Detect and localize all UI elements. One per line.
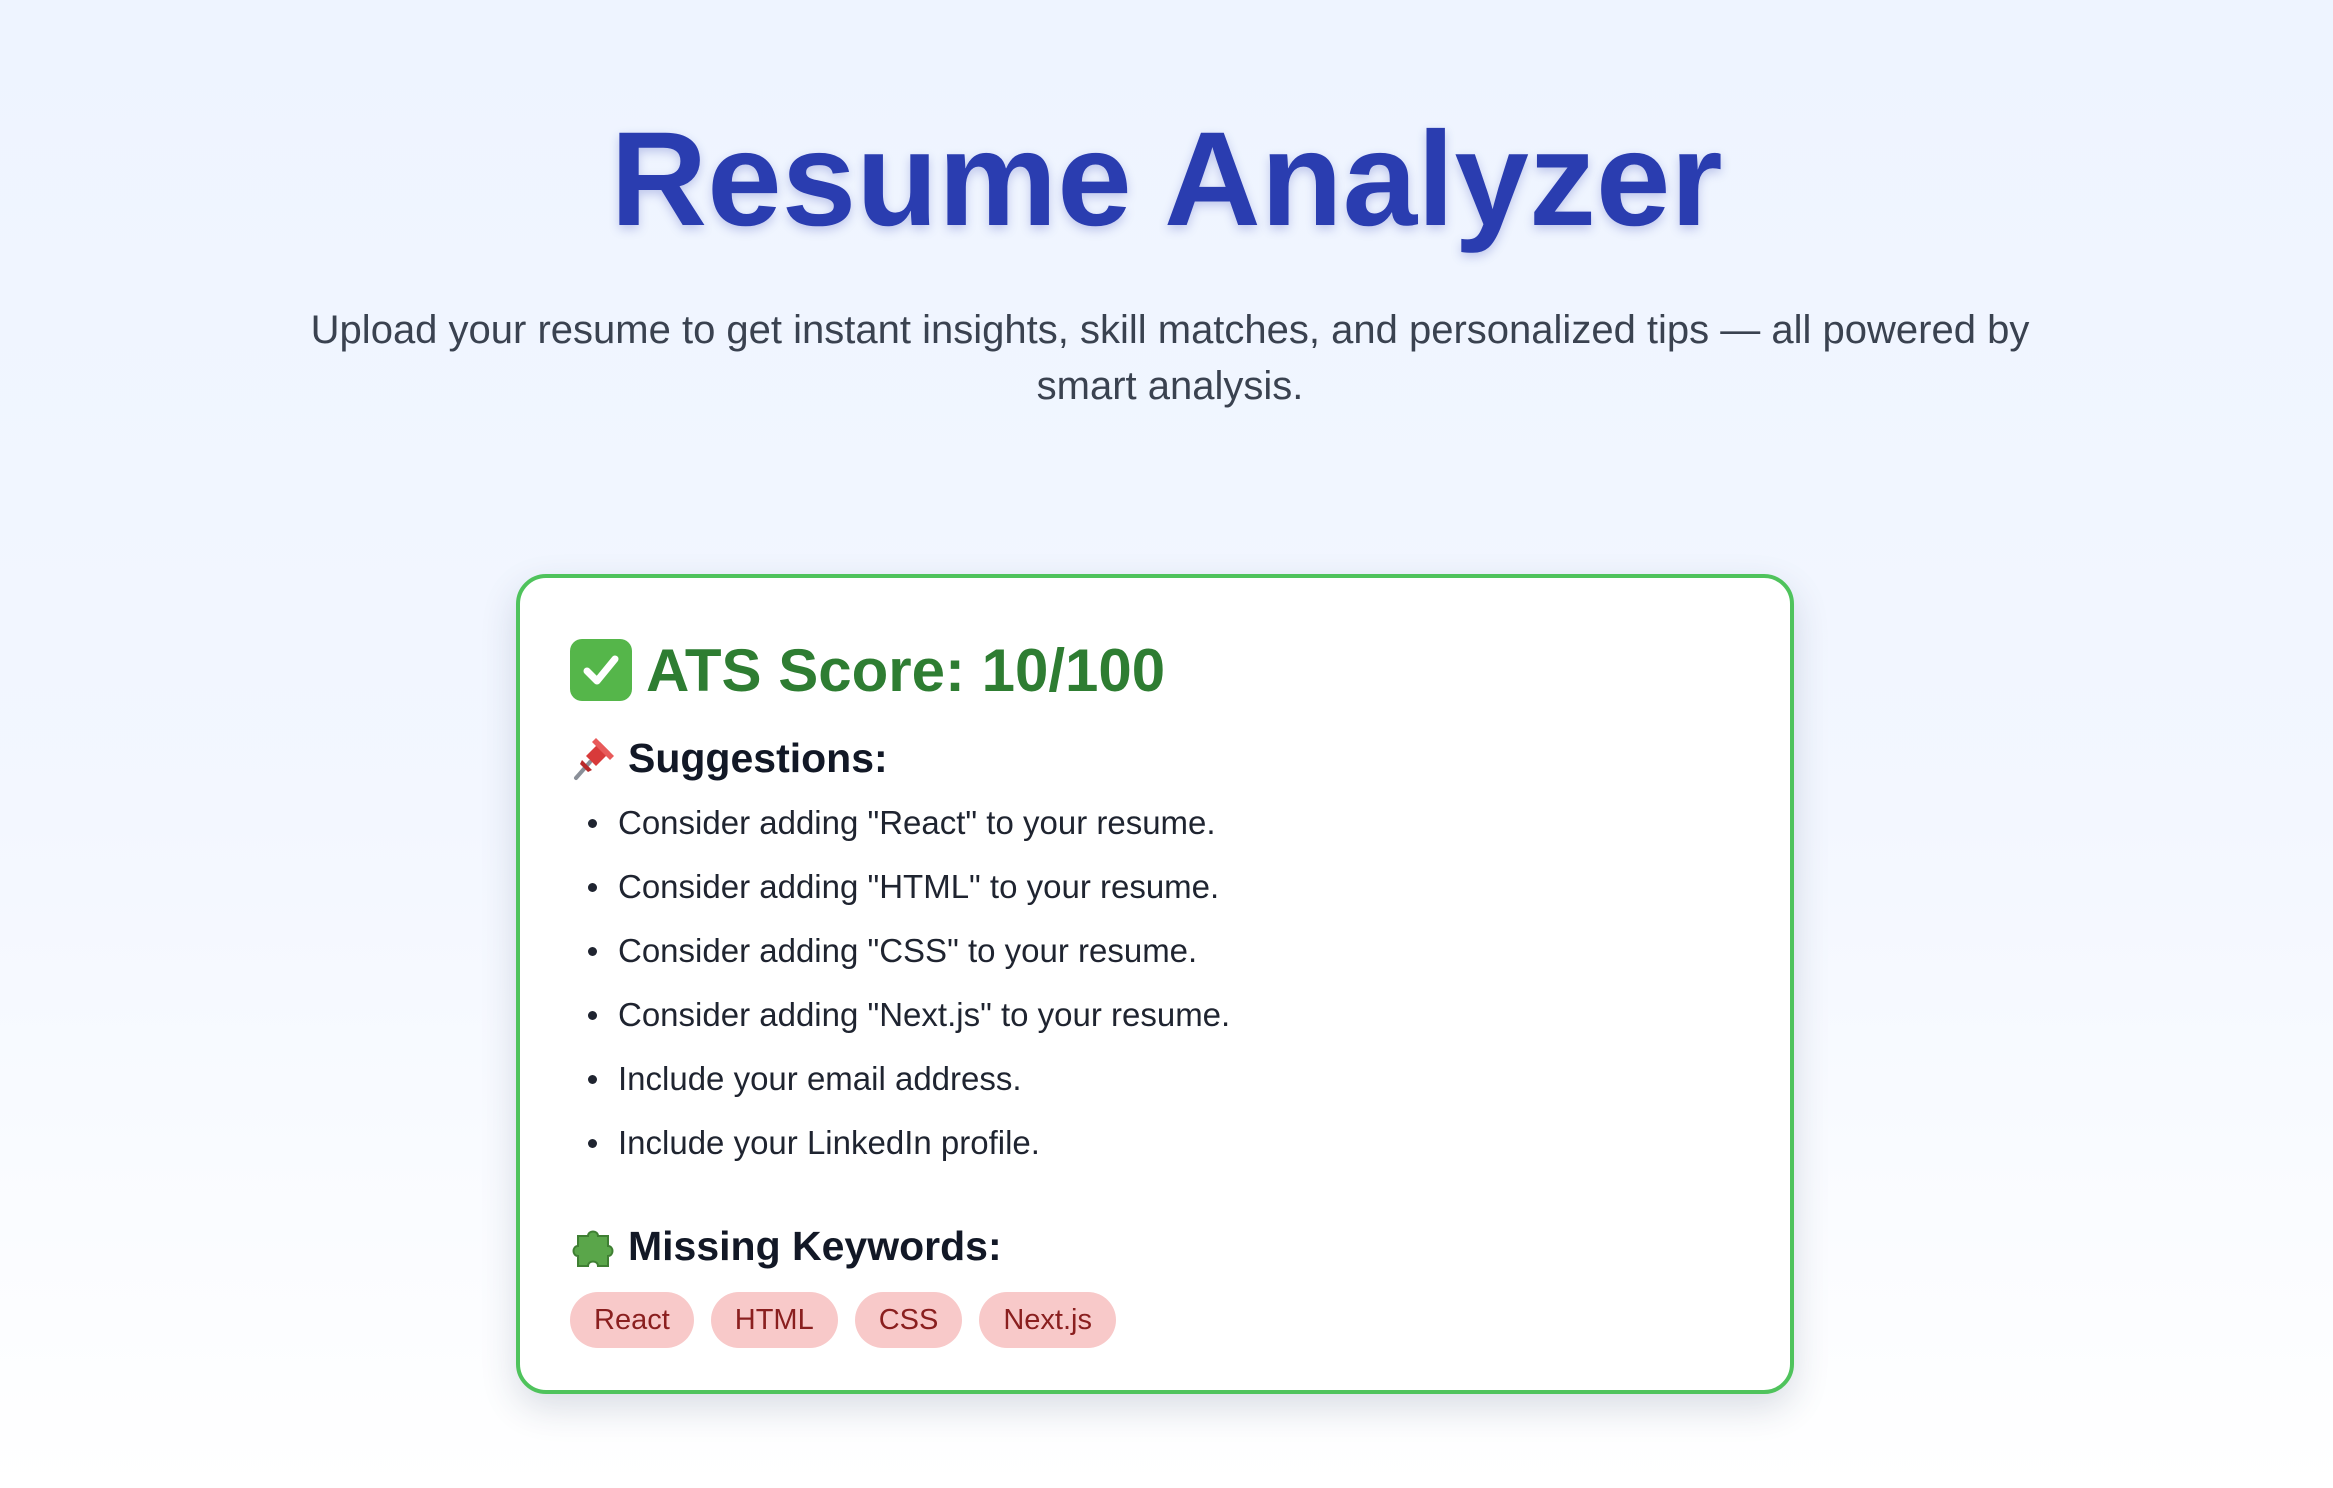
suggestion-item: Include your LinkedIn profile. bbox=[570, 1111, 1230, 1175]
ats-score-heading: ATS Score: 10/100 bbox=[570, 630, 1165, 710]
bullet-icon bbox=[588, 1139, 597, 1148]
check-mark-button-icon bbox=[570, 639, 632, 701]
keyword-chip: React bbox=[570, 1292, 694, 1348]
suggestion-item: Consider adding "CSS" to your resume. bbox=[570, 919, 1230, 983]
ats-result-card: ATS Score: 10/100 Suggestions: Consider … bbox=[516, 574, 1794, 1394]
ats-score-text: ATS Score: 10/100 bbox=[646, 636, 1166, 704]
missing-keywords-heading: Missing Keywords: bbox=[570, 1216, 1002, 1276]
suggestion-item: Consider adding "Next.js" to your resume… bbox=[570, 983, 1230, 1047]
bullet-icon bbox=[588, 1011, 597, 1020]
puzzle-piece-icon bbox=[570, 1222, 618, 1270]
suggestions-title: Suggestions: bbox=[628, 734, 888, 781]
bullet-icon bbox=[588, 947, 597, 956]
keyword-chip: HTML bbox=[710, 1292, 838, 1348]
keyword-chip: Next.js bbox=[979, 1292, 1116, 1348]
missing-keywords-title: Missing Keywords: bbox=[628, 1222, 1002, 1269]
page-title: Resume Analyzer bbox=[610, 105, 1723, 254]
suggestion-item: Include your email address. bbox=[570, 1047, 1230, 1111]
suggestion-item: Consider adding "HTML" to your resume. bbox=[570, 855, 1230, 919]
bullet-icon bbox=[588, 1075, 597, 1084]
suggestion-list: Consider adding "React" to your resume. … bbox=[570, 791, 1230, 1175]
keyword-chip: CSS bbox=[854, 1292, 963, 1348]
missing-keywords-list: React HTML CSS Next.js bbox=[570, 1292, 1116, 1348]
suggestions-heading: Suggestions: bbox=[570, 728, 888, 788]
pushpin-icon bbox=[570, 734, 618, 782]
bullet-icon bbox=[588, 883, 597, 892]
bullet-icon bbox=[588, 819, 597, 828]
suggestion-item: Consider adding "React" to your resume. bbox=[570, 791, 1230, 855]
page-subtitle: Upload your resume to get instant insigh… bbox=[310, 308, 2030, 408]
